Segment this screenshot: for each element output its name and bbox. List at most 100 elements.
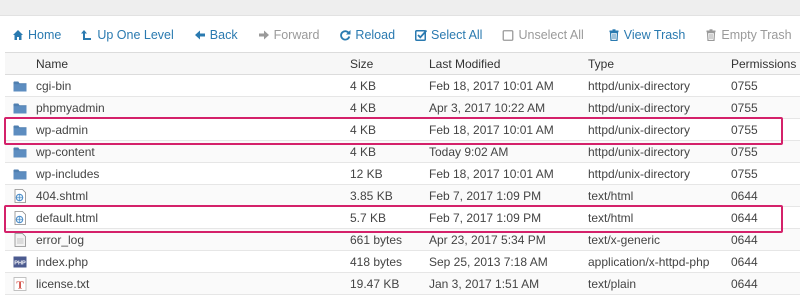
view-trash-button[interactable]: View Trash [608, 20, 686, 50]
file-name[interactable]: error_log [36, 228, 350, 251]
folder-icon [13, 79, 27, 93]
file-type: httpd/unix-directory [588, 74, 731, 97]
file-name[interactable]: index.php [36, 250, 350, 273]
file-icon-cell [5, 118, 36, 141]
file-modified: Feb 18, 2017 10:01 AM [429, 118, 588, 141]
file-permissions[interactable]: 0644 [731, 228, 800, 251]
file-modified: Feb 18, 2017 10:01 AM [429, 162, 588, 185]
trash-icon [706, 29, 716, 41]
file-type: httpd/unix-directory [588, 118, 731, 141]
html-file-icon [13, 210, 27, 225]
back-label: Back [209, 28, 238, 42]
file-size: 3.85 KB [350, 184, 429, 207]
file-modified: Sep 25, 2013 7:18 AM [429, 250, 588, 273]
file-row[interactable]: wp-includes 12 KB Feb 18, 2017 10:01 AM htt… [5, 162, 800, 185]
file-size: 661 bytes [350, 228, 429, 251]
file-row[interactable]: cgi-bin 4 KB Feb 18, 2017 10:01 AM httpd/un… [5, 74, 800, 97]
file-permissions[interactable]: 0755 [731, 118, 800, 141]
select-all-label: Select All [431, 28, 483, 42]
reload-button[interactable]: Reload [339, 20, 395, 50]
file-permissions[interactable]: 0644 [731, 184, 800, 207]
file-modified: Feb 18, 2017 10:01 AM [429, 74, 588, 97]
file-type: httpd/unix-directory [588, 162, 731, 185]
reload-icon [340, 30, 351, 41]
file-name[interactable]: wp-admin [36, 118, 350, 141]
unselect-all-button[interactable]: Unselect All [502, 20, 584, 50]
file-type: text/plain [588, 272, 731, 295]
select-all-button[interactable]: Select All [415, 20, 482, 50]
file-type: httpd/unix-directory [588, 140, 731, 163]
empty-trash-label: Empty Trash [721, 28, 792, 42]
file-row[interactable]: wp-content 4 KB Today 9:02 AM httpd/unix-di… [5, 140, 800, 163]
file-name[interactable]: 404.shtml [36, 184, 350, 207]
file-permissions[interactable]: 0644 [731, 272, 800, 295]
size-column-header[interactable]: Size [350, 52, 429, 75]
forward-button[interactable]: Forward [258, 20, 319, 50]
generic-file-icon [13, 232, 27, 247]
file-row[interactable]: wp-admin 4 KB Feb 18, 2017 10:01 AM httpd/u… [5, 118, 800, 141]
file-icon-cell [5, 140, 36, 163]
svg-text:PHP: PHP [14, 260, 26, 266]
back-button[interactable]: Back [194, 20, 238, 50]
file-size: 418 bytes [350, 250, 429, 273]
file-permissions[interactable]: 0755 [731, 162, 800, 185]
checkbox-empty-icon [503, 30, 514, 41]
file-type: text/html [588, 206, 731, 229]
file-size: 5.7 KB [350, 206, 429, 229]
file-modified: Jan 3, 2017 1:51 AM [429, 272, 588, 295]
file-list: cgi-bin 4 KB Feb 18, 2017 10:01 AM httpd/un… [5, 74, 800, 295]
file-size: 4 KB [350, 96, 429, 119]
file-modified: Apr 3, 2017 10:22 AM [429, 96, 588, 119]
file-row[interactable]: error_log 661 bytes Apr 23, 2017 5:34 PM te… [5, 228, 800, 251]
home-label: Home [28, 28, 62, 42]
modified-column-header[interactable]: Last Modified [429, 52, 588, 75]
name-column-header[interactable]: Name [36, 52, 350, 75]
file-name[interactable]: wp-content [36, 140, 350, 163]
icon-column-header [5, 52, 36, 75]
file-permissions[interactable]: 0644 [731, 206, 800, 229]
checkbox-checked-icon [415, 29, 428, 41]
file-name[interactable]: license.txt [36, 272, 350, 295]
file-name[interactable]: cgi-bin [36, 74, 350, 97]
arrow-left-icon [194, 30, 205, 40]
top-strip [0, 0, 800, 16]
file-modified: Today 9:02 AM [429, 140, 588, 163]
file-name[interactable]: wp-includes [36, 162, 350, 185]
file-name[interactable]: default.html [36, 206, 350, 229]
file-row[interactable]: PHP index.php 418 bytes Sep 25, 2013 7:18 A… [5, 250, 800, 273]
file-icon-cell [5, 162, 36, 185]
file-type: text/x-generic [588, 228, 731, 251]
file-row[interactable]: Tlicense.txt 19.47 KB Jan 3, 2017 1:51 AM t… [5, 272, 800, 295]
file-permissions[interactable]: 0644 [731, 250, 800, 273]
file-row[interactable]: default.html 5.7 KB Feb 7, 2017 1:09 PM tex… [5, 206, 800, 229]
home-icon [13, 30, 23, 40]
type-column-header[interactable]: Type [588, 52, 731, 75]
home-button[interactable]: Home [12, 20, 61, 50]
unselect-all-label: Unselect All [518, 28, 584, 42]
folder-icon [13, 123, 27, 137]
file-modified: Feb 7, 2017 1:09 PM [429, 184, 588, 207]
file-permissions[interactable]: 0755 [731, 140, 800, 163]
svg-text:T: T [16, 279, 24, 291]
file-icon-cell [5, 228, 36, 251]
toolbar: Home Up One Level Back Forward Reload Se… [0, 20, 800, 50]
view-trash-label: View Trash [623, 28, 686, 42]
level-up-icon [81, 30, 92, 40]
file-size: 12 KB [350, 162, 429, 185]
permissions-column-header[interactable]: Permissions [731, 52, 800, 75]
html-file-icon [13, 188, 27, 203]
file-icon-cell [5, 206, 36, 229]
file-name[interactable]: phpmyadmin [36, 96, 350, 119]
folder-icon [13, 145, 27, 159]
file-modified: Apr 23, 2017 5:34 PM [429, 228, 588, 251]
empty-trash-button[interactable]: Empty Trash [705, 20, 792, 50]
file-row[interactable]: 404.shtml 3.85 KB Feb 7, 2017 1:09 PM text/… [5, 184, 800, 207]
file-permissions[interactable]: 0755 [731, 74, 800, 97]
file-type: httpd/unix-directory [588, 96, 731, 119]
up-one-level-button[interactable]: Up One Level [81, 20, 174, 50]
file-icon-cell [5, 96, 36, 119]
folder-icon [13, 101, 27, 115]
file-row[interactable]: phpmyadmin 4 KB Apr 3, 2017 10:22 AM httpd/… [5, 96, 800, 119]
file-type: application/x-httpd-php [588, 250, 731, 273]
file-permissions[interactable]: 0755 [731, 96, 800, 119]
